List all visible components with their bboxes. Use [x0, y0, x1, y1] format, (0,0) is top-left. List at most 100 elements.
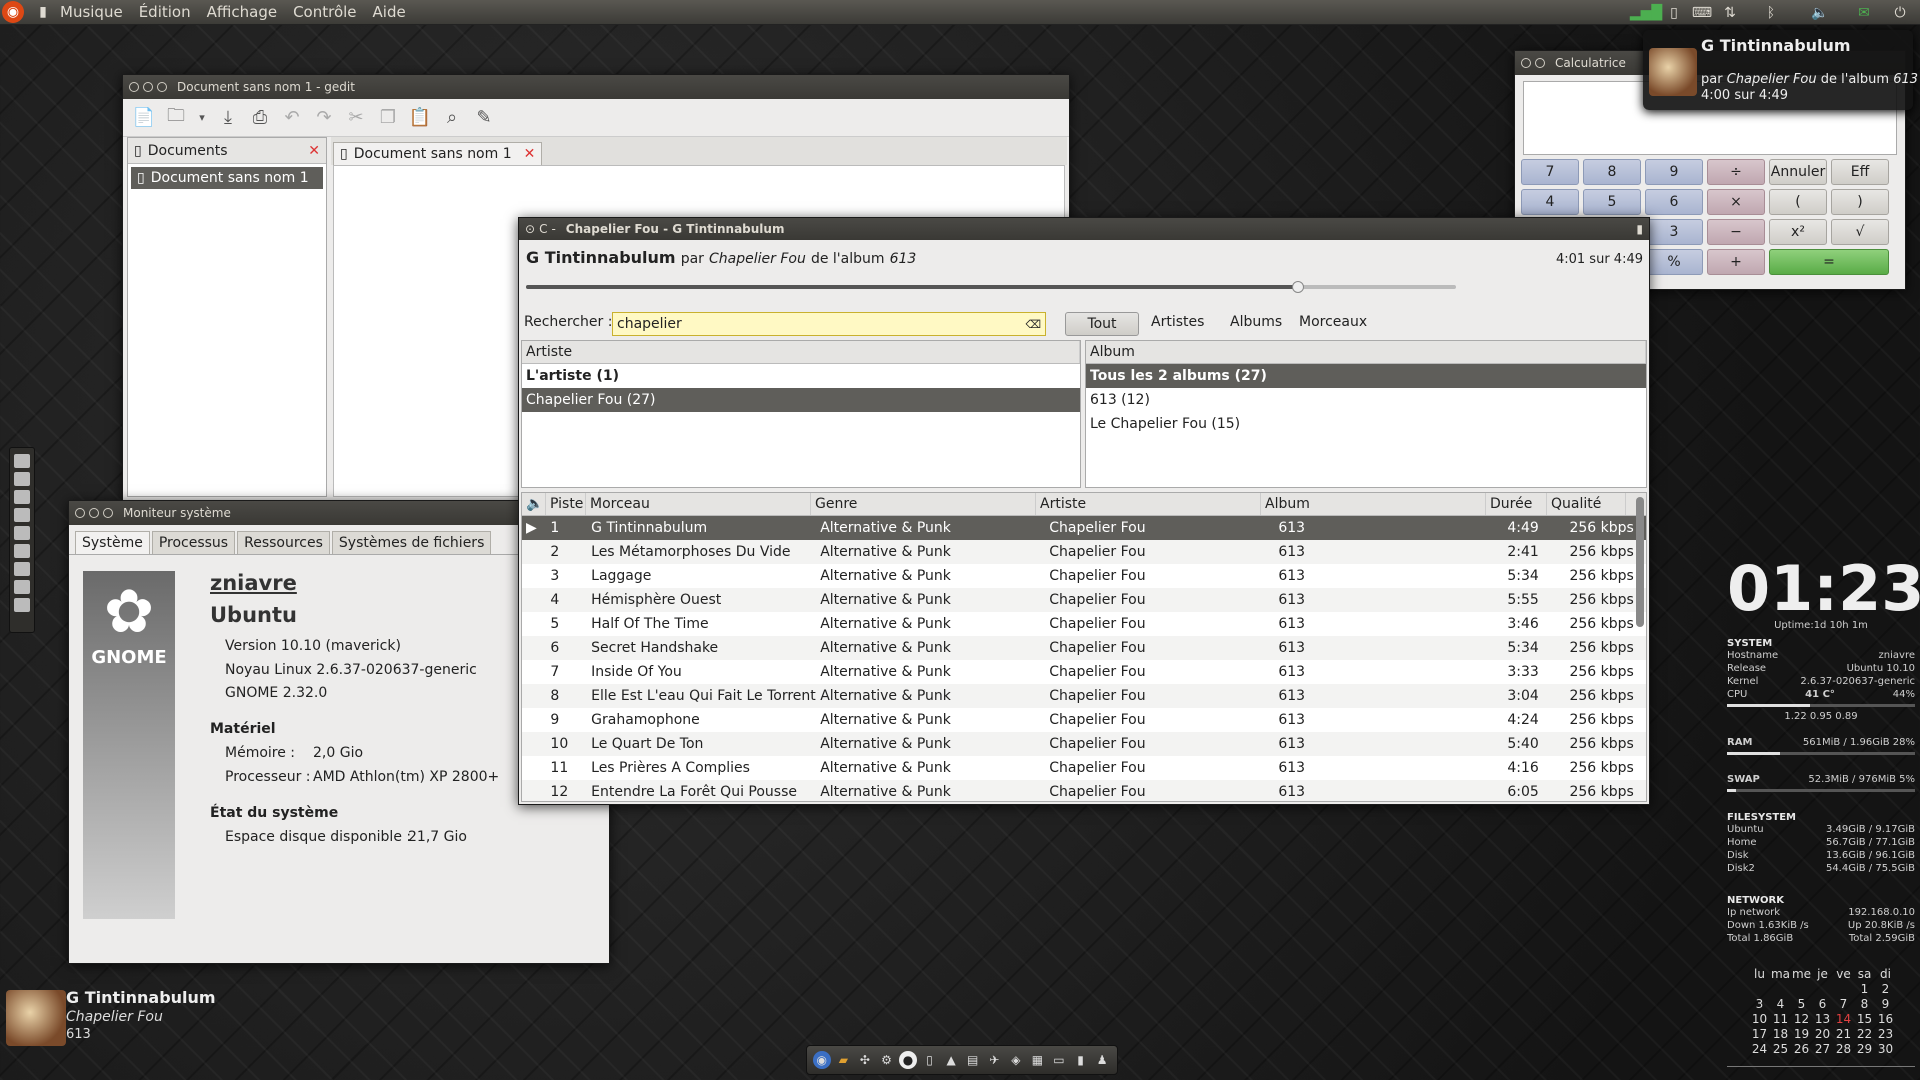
menu-aide[interactable]: Aide — [365, 3, 414, 21]
copy-icon[interactable]: ❐ — [375, 105, 401, 131]
menu-affichage[interactable]: Affichage — [199, 3, 285, 21]
column-header-morceau[interactable]: Morceau — [586, 493, 811, 515]
power-icon[interactable]: ⏻ — [1888, 3, 1912, 23]
bluetooth-icon[interactable]: ᛒ — [1746, 3, 1796, 23]
tab-systemes-fichiers[interactable]: Systèmes de fichiers — [331, 531, 492, 554]
calc-button[interactable]: 6 — [1645, 189, 1703, 215]
speaker-icon[interactable]: 🔈 — [522, 493, 546, 515]
filter-tracks-button[interactable]: Morceaux — [1299, 314, 1367, 330]
tab-document[interactable]: ▯ Document sans nom 1 ✕ — [333, 142, 543, 165]
tab-ressources[interactable]: Ressources — [237, 531, 330, 554]
tab-processus[interactable]: Processus — [151, 531, 236, 554]
album-item-all[interactable]: Tous les 2 albums (27) — [1086, 364, 1646, 388]
save-icon[interactable]: ⤓ — [215, 105, 241, 131]
calc-button[interactable]: ÷ — [1707, 159, 1765, 185]
album-item-613[interactable]: 613 (12) — [1086, 388, 1646, 412]
calc-button[interactable]: ( — [1769, 189, 1827, 215]
close-icon[interactable]: ⊙ — [525, 222, 535, 236]
album-item-le-chapelier-fou[interactable]: Le Chapelier Fou (15) — [1086, 412, 1646, 436]
calc-button[interactable]: 4 — [1521, 189, 1579, 215]
mail-icon[interactable]: ✉ — [1844, 3, 1884, 23]
calc-button[interactable]: √ — [1831, 219, 1889, 245]
dock-item-icon[interactable] — [14, 454, 30, 468]
shield-icon[interactable]: ◈ — [1007, 1051, 1025, 1069]
dock-item-icon[interactable] — [14, 580, 30, 594]
replace-icon[interactable]: ✎ — [471, 105, 497, 131]
calculator-icon[interactable]: ▦ — [1028, 1051, 1046, 1069]
calc-button[interactable]: 9 — [1645, 159, 1703, 185]
seek-handle[interactable] — [1291, 281, 1304, 293]
calc-button[interactable]: x² — [1769, 219, 1827, 245]
ubuntu-logo-icon[interactable]: ◉ — [2, 1, 24, 23]
filter-albums-button[interactable]: Albums — [1230, 314, 1282, 330]
archive-icon[interactable]: ▤ — [964, 1051, 982, 1069]
dock-item-icon[interactable] — [14, 526, 30, 540]
artist-item-chapelier-fou[interactable]: Chapelier Fou (27) — [522, 388, 1080, 412]
calc-button[interactable]: = — [1769, 249, 1889, 275]
browser-icon[interactable]: ◉ — [812, 1051, 831, 1069]
media-player-icon[interactable]: ▯ — [1662, 3, 1686, 23]
paste-icon[interactable]: 📋 — [407, 105, 433, 131]
document-list-item[interactable]: ▯ Document sans nom 1 — [131, 167, 323, 189]
table-row[interactable]: 7 Inside Of You Alternative & Punk Chapelie… — [522, 660, 1646, 684]
close-icon[interactable] — [1521, 58, 1531, 68]
calc-button[interactable]: 3 — [1645, 219, 1703, 245]
maximize-icon[interactable] — [103, 508, 113, 518]
calc-button[interactable]: 8 — [1583, 159, 1641, 185]
table-row[interactable]: 5 Half Of The Time Alternative & Punk Chape… — [522, 612, 1646, 636]
table-row[interactable]: 3 Laggage Alternative & Punk Chapelier Fou 6… — [522, 564, 1646, 588]
terminal-icon[interactable]: ▲ — [942, 1051, 960, 1069]
table-row[interactable]: ▶ 1 G Tintinnabulum Alternative & Punk Chape… — [522, 516, 1646, 540]
table-row[interactable]: 2 Les Métamorphoses Du Vide Alternative & … — [522, 540, 1646, 564]
album-column-header[interactable]: Album — [1086, 341, 1646, 364]
close-icon[interactable]: ✕ — [308, 143, 320, 159]
print-icon[interactable]: ⎙ — [247, 105, 273, 131]
media-disc-icon[interactable]: ● — [899, 1051, 918, 1069]
minimize-icon[interactable] — [1535, 58, 1545, 68]
search-input[interactable]: chapelier ⌫ — [612, 312, 1046, 336]
volume-icon[interactable]: 🔈 — [1800, 3, 1840, 23]
artist-item-all[interactable]: L'artiste (1) — [522, 364, 1080, 388]
bird-icon[interactable]: ✈ — [985, 1051, 1003, 1069]
scrollbar-thumb[interactable] — [1636, 497, 1644, 627]
network-icon[interactable]: ✣ — [856, 1051, 874, 1069]
open-icon[interactable]: 🗀 — [163, 105, 189, 131]
rhythmbox-titlebar[interactable]: ⊙ C - Chapelier Fou - G Tintinnabulum ▮ — [519, 218, 1649, 240]
calc-button[interactable]: 5 — [1583, 189, 1641, 215]
settings-icon[interactable]: ⚙ — [877, 1051, 895, 1069]
clear-icon[interactable]: ⌫ — [1025, 318, 1041, 331]
text-editor-icon[interactable]: ▮ — [1072, 1051, 1090, 1069]
minimize-icon[interactable]: - — [551, 222, 555, 236]
artist-column-header[interactable]: Artiste — [522, 341, 1080, 364]
calc-button[interactable]: % — [1645, 249, 1703, 275]
calc-button[interactable]: × — [1707, 189, 1765, 215]
menu-edition[interactable]: Édition — [131, 3, 199, 21]
filter-artists-button[interactable]: Artistes — [1151, 314, 1204, 330]
calc-button[interactable]: + — [1707, 249, 1765, 275]
dock-item-icon[interactable] — [14, 562, 30, 576]
close-icon[interactable] — [129, 82, 139, 92]
user-icon[interactable]: ♟ — [1093, 1051, 1111, 1069]
column-header-qualite[interactable]: Qualité — [1547, 493, 1626, 515]
close-icon[interactable]: ✕ — [524, 146, 536, 162]
table-row[interactable]: 10 Le Quart De Ton Alternative & Punk Chape… — [522, 732, 1646, 756]
table-row[interactable]: 8 Elle Est L'eau Qui Fait Le Torrent Alter… — [522, 684, 1646, 708]
table-row[interactable]: 4 Hémisphère Ouest Alternative & Punk Chape… — [522, 588, 1646, 612]
minimize-icon[interactable] — [89, 508, 99, 518]
table-row[interactable]: 12 Entendre La Forêt Qui Pousse Alternativ… — [522, 780, 1646, 801]
calc-button[interactable]: − — [1707, 219, 1765, 245]
column-header-album[interactable]: Album — [1261, 493, 1486, 515]
minimize-icon[interactable] — [143, 82, 153, 92]
calc-button[interactable]: ) — [1831, 189, 1889, 215]
calc-button[interactable]: 7 — [1521, 159, 1579, 185]
menu-musique[interactable]: Musique — [52, 3, 131, 21]
undo-icon[interactable]: ↶ — [279, 105, 305, 131]
cut-icon[interactable]: ✂ — [343, 105, 369, 131]
calc-button[interactable]: Annuler — [1769, 159, 1827, 185]
table-row[interactable]: 6 Secret Handshake Alternative & Punk Chape… — [522, 636, 1646, 660]
column-header-duree[interactable]: Durée — [1486, 493, 1547, 515]
dock-item-icon[interactable] — [14, 598, 30, 612]
table-row[interactable]: 11 Les Prières A Complies Alternative & Pu… — [522, 756, 1646, 780]
redo-icon[interactable]: ↷ — [311, 105, 337, 131]
gedit-titlebar[interactable]: Document sans nom 1 - gedit — [123, 75, 1069, 99]
